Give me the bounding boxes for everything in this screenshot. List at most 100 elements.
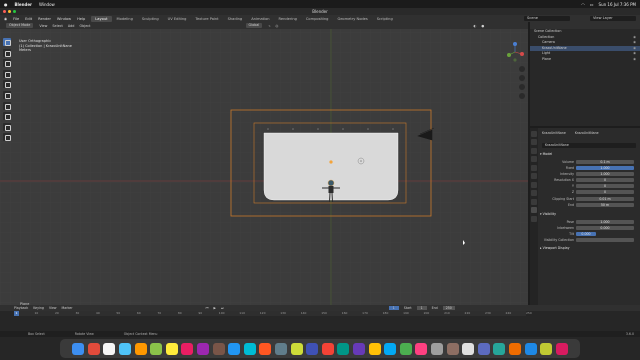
transform-tool[interactable]: [3, 90, 11, 99]
tool-props-icon[interactable]: [531, 130, 537, 137]
view-layer-props-icon[interactable]: [531, 156, 537, 162]
section-visibility-header[interactable]: ▾ Visibility: [540, 212, 636, 217]
field-value[interactable]: 0: [576, 190, 634, 195]
timeline-ruler[interactable]: 0102030405060708090100110120130140150160…: [14, 311, 532, 316]
tab-geometry-nodes[interactable]: Geometry Nodes: [333, 16, 371, 22]
dock-app-icon[interactable]: [259, 342, 272, 355]
add-shape-tool[interactable]: [3, 133, 11, 142]
mac-datetime[interactable]: Sun 16 Jul 7:36 PM: [599, 2, 636, 7]
field-value[interactable]: 50 m: [576, 203, 634, 208]
dock-app-icon[interactable]: [493, 342, 506, 355]
viewport-menu-select[interactable]: Select: [52, 24, 62, 28]
timeline-menu-marker[interactable]: Marker: [62, 306, 73, 310]
close-window-button[interactable]: [3, 10, 6, 13]
jump-start-icon[interactable]: ⏮: [206, 306, 209, 310]
tab-scripting[interactable]: Scripting: [373, 16, 397, 22]
tab-texture-paint[interactable]: Texture Paint: [191, 16, 222, 22]
mode-dropdown[interactable]: Object Mode: [6, 23, 34, 28]
tab-uv-editing[interactable]: UV Editing: [164, 16, 191, 22]
section-viewport-display-header[interactable]: ▸ Viewport Display: [540, 246, 636, 251]
perspective-toggle-icon[interactable]: [519, 93, 525, 99]
dock-app-icon[interactable]: [415, 342, 428, 355]
tab-rendering[interactable]: Rendering: [275, 16, 301, 22]
output-props-icon[interactable]: [531, 147, 537, 154]
dock-app-icon[interactable]: [321, 342, 334, 355]
shading-solid-icon[interactable]: ●: [481, 24, 484, 28]
dock-app-icon[interactable]: [243, 342, 256, 355]
viewport-menu-view[interactable]: View: [39, 24, 47, 28]
field-value[interactable]: 0.1 m: [576, 160, 634, 165]
dock-app-icon[interactable]: [508, 342, 521, 355]
timeline-menu-playback[interactable]: Playback: [14, 306, 28, 310]
mac-app-name[interactable]: Blender: [15, 2, 33, 7]
tab-sculpting[interactable]: Sculpting: [138, 16, 163, 22]
outliner-row[interactable]: Plane ◉: [530, 57, 640, 63]
menu-edit[interactable]: Edit: [25, 17, 32, 21]
material-props-icon[interactable]: [531, 215, 537, 222]
dock-app-icon[interactable]: [212, 342, 225, 355]
dock-app-icon[interactable]: [430, 342, 443, 355]
dock-app-icon[interactable]: [555, 342, 568, 355]
move-tool[interactable]: [3, 59, 11, 68]
scene-selector[interactable]: Scene: [524, 16, 570, 21]
collection-field[interactable]: [576, 238, 634, 243]
viewport-menu-add[interactable]: Add: [68, 24, 75, 28]
dock-app-icon[interactable]: [290, 342, 303, 355]
dock-app-icon[interactable]: [524, 342, 537, 355]
start-frame-field[interactable]: 1: [416, 306, 427, 310]
field-value[interactable]: 1.000: [576, 166, 634, 171]
dock-app-icon[interactable]: [306, 342, 319, 355]
dock-app-icon[interactable]: [399, 342, 412, 355]
jump-end-icon[interactable]: ⏭: [221, 306, 224, 310]
field-value[interactable]: 0.01 m: [576, 197, 634, 202]
add-cube-tool[interactable]: [3, 122, 11, 131]
dock-app-icon[interactable]: [134, 342, 147, 355]
field-value[interactable]: 1.000: [576, 172, 634, 177]
dock-app-icon[interactable]: [337, 342, 350, 355]
dock-app-icon[interactable]: [103, 342, 116, 355]
end-frame-field[interactable]: 250: [442, 306, 455, 310]
annotate-tool[interactable]: [3, 101, 11, 110]
menu-file[interactable]: File: [13, 17, 19, 21]
tab-animation[interactable]: Animation: [247, 16, 273, 22]
playhead[interactable]: 1: [14, 311, 19, 316]
dock-app-icon[interactable]: [540, 342, 553, 355]
dock-app-icon[interactable]: [275, 342, 288, 355]
cursor-tool[interactable]: [3, 48, 11, 57]
menu-window[interactable]: Window: [57, 17, 71, 21]
view-layer-selector[interactable]: View Layer: [590, 16, 636, 21]
snap-icon[interactable]: ⌁: [268, 24, 270, 28]
blender-logo-icon[interactable]: ◉: [4, 17, 7, 21]
camera-view-icon[interactable]: [519, 84, 525, 90]
dock-app-icon[interactable]: [228, 342, 241, 355]
object-data-props-icon[interactable]: [531, 207, 537, 213]
tab-layout[interactable]: Layout: [91, 15, 112, 22]
select-box-tool[interactable]: [3, 38, 11, 46]
menu-render[interactable]: Render: [38, 17, 51, 21]
tab-modeling[interactable]: Modeling: [113, 16, 137, 22]
field-value[interactable]: 0: [576, 184, 634, 189]
world-props-icon[interactable]: [531, 173, 537, 179]
eye-icon[interactable]: ◉: [633, 57, 636, 63]
dock-app-icon[interactable]: [446, 342, 459, 355]
data-name-field[interactable]: KrazoUnitNane: [542, 143, 636, 148]
dock-app-icon[interactable]: [165, 342, 178, 355]
object-props-icon[interactable]: [531, 181, 537, 188]
menu-help[interactable]: Help: [77, 17, 85, 21]
dock-app-icon[interactable]: [150, 342, 163, 355]
field-value[interactable]: 1.000: [576, 220, 634, 225]
object-origin[interactable]: [329, 160, 333, 164]
dock-app-icon[interactable]: [87, 342, 100, 355]
tab-compositing[interactable]: Compositing: [302, 16, 333, 22]
battery-icon[interactable]: ▭: [590, 2, 594, 7]
pan-hand-icon[interactable]: [519, 75, 525, 81]
dock-app-icon[interactable]: [352, 342, 365, 355]
3d-viewport[interactable]: [0, 22, 528, 305]
scene-props-icon[interactable]: [531, 164, 537, 171]
dock-app-icon[interactable]: [181, 342, 194, 355]
overlay-icon[interactable]: ◐: [473, 24, 476, 28]
scale-tool[interactable]: [3, 80, 11, 89]
proportional-edit-icon[interactable]: ◎: [275, 24, 278, 28]
zoom-window-button[interactable]: [13, 10, 16, 13]
mac-menu-window[interactable]: Window: [39, 2, 55, 7]
